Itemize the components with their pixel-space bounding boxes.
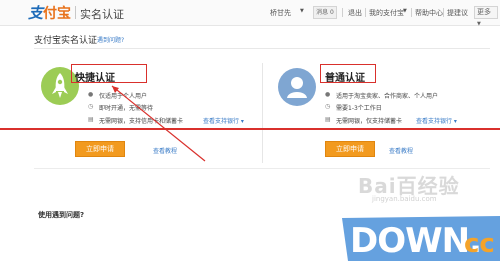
- card-divider: [262, 63, 263, 163]
- svg-text:DOWN.: DOWN.: [350, 221, 481, 261]
- jingyan-watermark: jingyan.baidu.com: [372, 195, 437, 203]
- svg-text:cc: cc: [464, 229, 495, 259]
- bank-link-label: 查看支持银行: [416, 118, 453, 125]
- normal-feature-3: 无需网银，仅支持储蓄卡: [336, 118, 403, 125]
- normal-tutorial-link[interactable]: 查看教程: [389, 146, 413, 155]
- down-cc-logo: DOWN. cc: [342, 216, 500, 261]
- user-icon: [278, 68, 316, 106]
- faq-title: 使用遇到问题?: [38, 211, 85, 219]
- normal-apply-button[interactable]: 立即申请: [325, 141, 375, 157]
- normal-feature-2: 需要1-3个工作日: [336, 105, 382, 112]
- annotation-line: [0, 128, 500, 130]
- card-icon: ▤: [325, 116, 331, 123]
- highlight-box: [320, 64, 376, 83]
- normal-supported-banks-link[interactable]: 查看支持银行 ▾: [416, 116, 457, 125]
- normal-feature-1: 适用于淘宝卖家、合作商家、个人用户: [336, 93, 439, 100]
- user-icon: ●: [325, 91, 331, 98]
- section-divider: [34, 168, 490, 169]
- clock-icon: ◷: [325, 103, 331, 110]
